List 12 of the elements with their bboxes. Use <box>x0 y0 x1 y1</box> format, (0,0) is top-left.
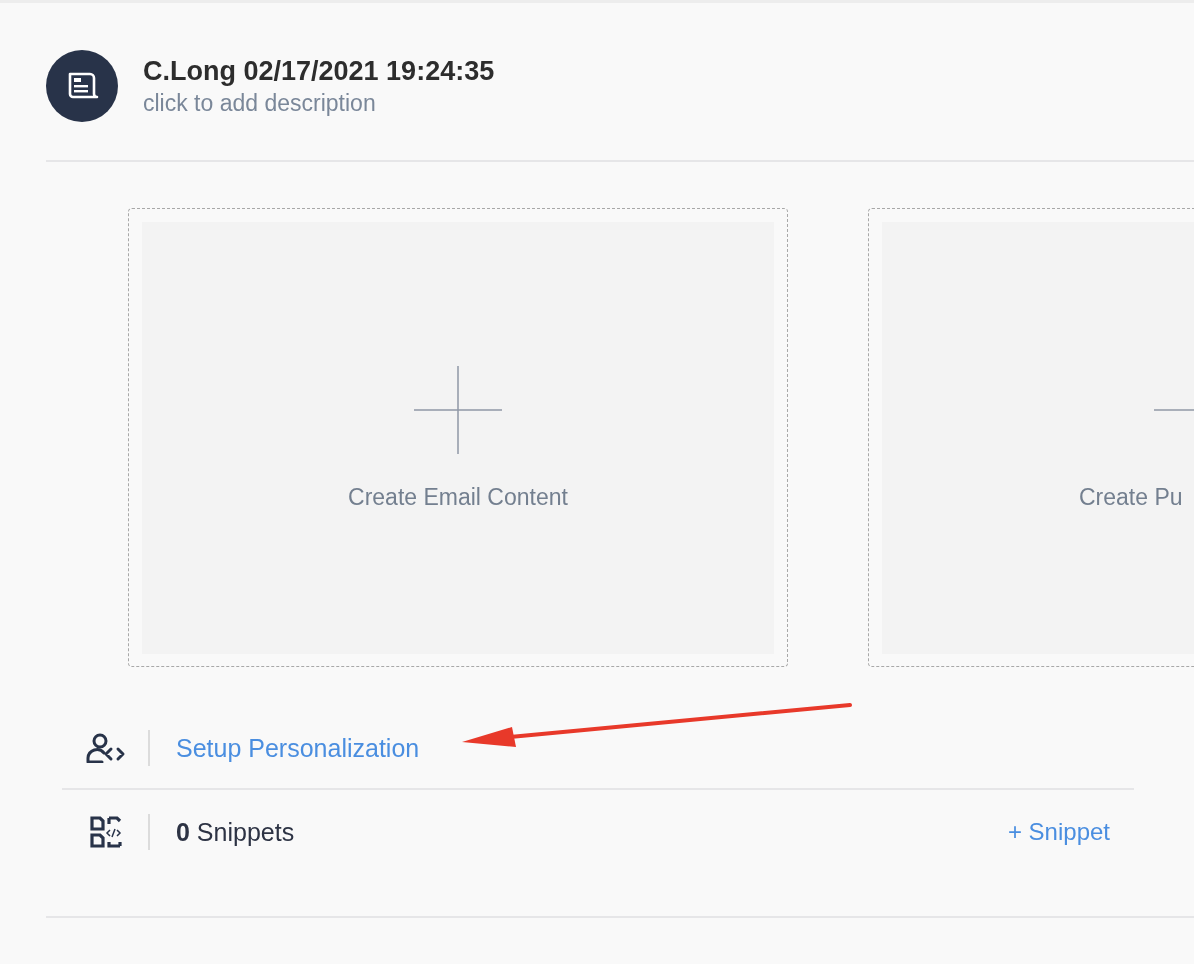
add-snippet-link[interactable]: + Snippet <box>1007 818 1110 846</box>
campaign-title: C.Long 02/17/2021 19:24:35 <box>143 55 495 88</box>
content-card[interactable]: Create Email Content <box>128 208 788 667</box>
plus-icon <box>414 366 502 454</box>
snippet-count: 0 Snippets <box>176 817 295 847</box>
content-card[interactable]: Create Pu <box>868 208 1194 667</box>
document-icon <box>46 50 118 122</box>
card-label: Create Pu <box>1079 484 1183 511</box>
card-label: Create Email Content <box>348 484 568 511</box>
description-placeholder[interactable]: click to add description <box>143 88 495 118</box>
setup-personalization-link[interactable]: Setup Personalization <box>176 733 420 763</box>
user-code-icon <box>86 733 126 763</box>
